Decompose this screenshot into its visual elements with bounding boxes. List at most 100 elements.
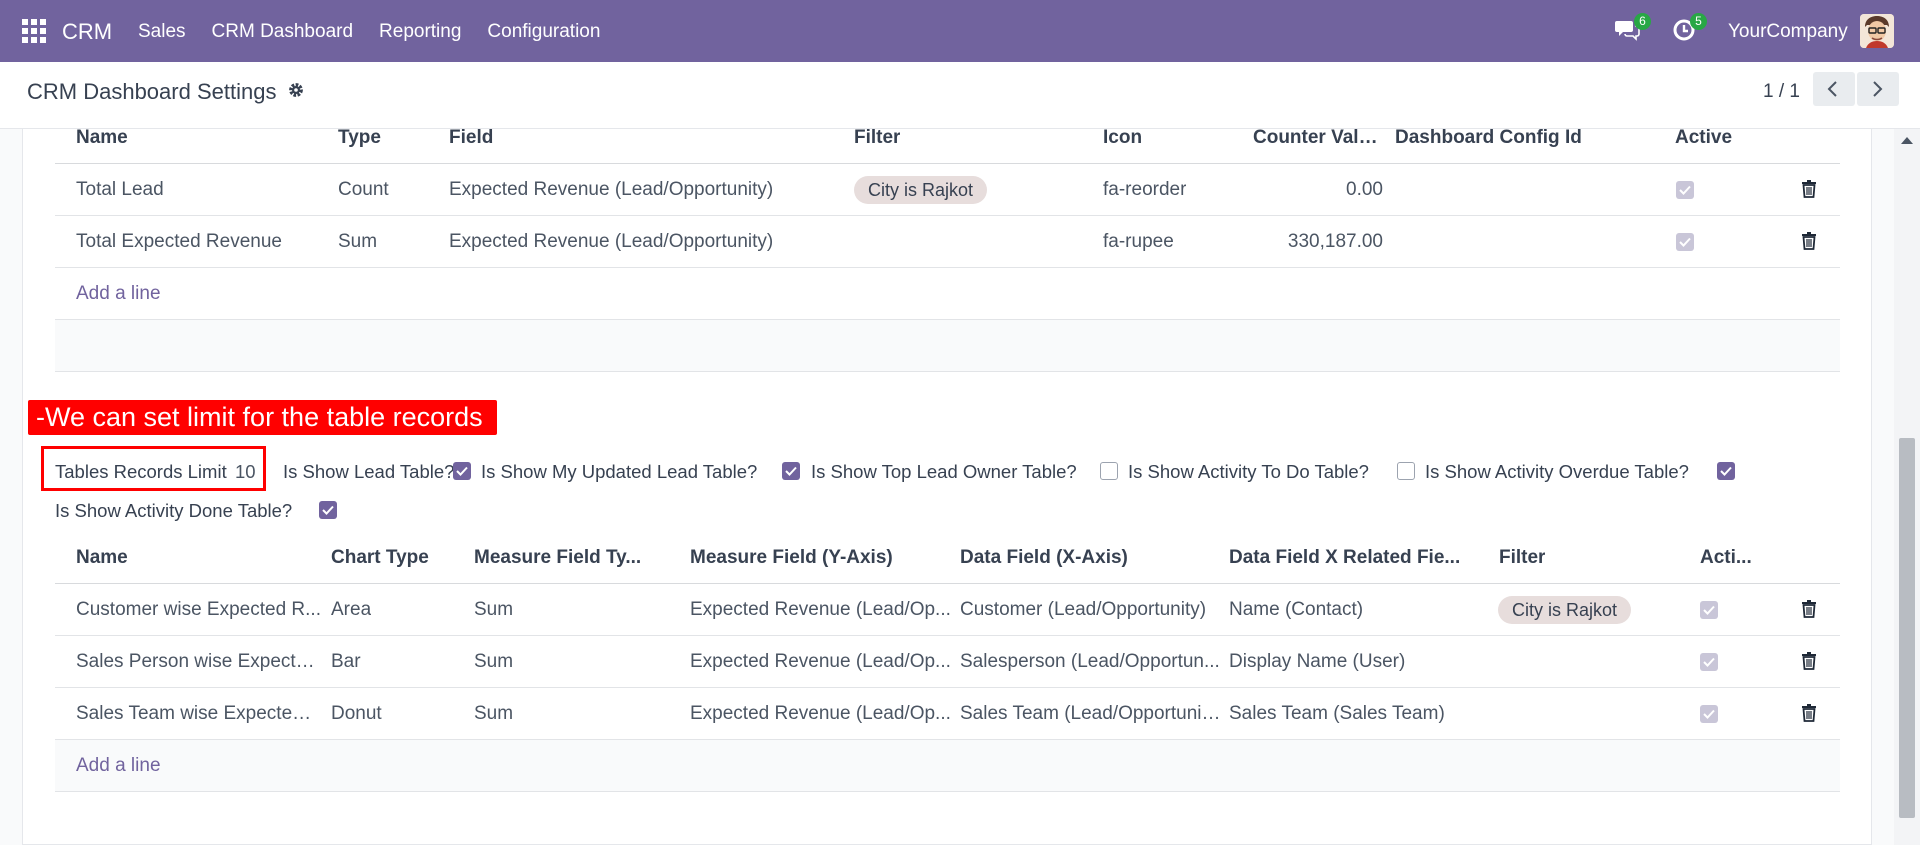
cell-data-field: Salesperson (Lead/Opportun...: [960, 651, 1220, 672]
add-line-row: Add a line: [55, 740, 1840, 792]
cell-data-field: Customer (Lead/Opportunity): [960, 599, 1207, 620]
table-row[interactable]: Sales Team wise Expected ... Donut Sum E…: [55, 688, 1840, 740]
show-lead-table-label: Is Show Lead Table?: [283, 461, 455, 482]
col-active[interactable]: Acti...: [1700, 532, 1770, 584]
cell-name: Sales Team wise Expected ...: [76, 703, 321, 724]
table-row[interactable]: Total Lead Count Expected Revenue (Lead/…: [55, 164, 1840, 216]
tables-records-limit-input[interactable]: 10: [235, 461, 256, 483]
cell-data-field: Sales Team (Lead/Opportunity): [960, 703, 1222, 724]
active-checkbox: [1676, 233, 1694, 251]
show-lead-table-checkbox[interactable]: [453, 462, 471, 480]
cell-counter-value: 0.00: [1346, 179, 1383, 200]
col-filter[interactable]: Filter: [854, 112, 900, 164]
cell-measure-type: Sum: [474, 703, 514, 724]
col-field[interactable]: Field: [449, 112, 493, 164]
chevron-left-icon: [1827, 81, 1837, 97]
cell-chart-type: Bar: [331, 651, 361, 672]
user-avatar[interactable]: [1860, 14, 1894, 48]
cell-chart-type: Donut: [331, 703, 382, 724]
show-top-lead-owner-table-label: Is Show Top Lead Owner Table?: [811, 461, 1077, 482]
cell-counter-value: 330,187.00: [1287, 231, 1383, 252]
col-name[interactable]: Name: [76, 532, 128, 584]
pager-previous-button[interactable]: [1813, 72, 1855, 106]
cell-measure-field: Expected Revenue (Lead/Op...: [690, 651, 951, 672]
menu-configuration[interactable]: Configuration: [487, 21, 600, 43]
pager-value[interactable]: 1 / 1: [1763, 81, 1800, 103]
cell-icon: fa-rupee: [1103, 231, 1174, 252]
col-chart-type[interactable]: Chart Type: [331, 532, 429, 584]
show-activity-overdue-table-checkbox[interactable]: [1717, 462, 1735, 480]
cell-filter: City is Rajkot: [854, 164, 988, 216]
show-activity-todo-table-checkbox[interactable]: [1397, 462, 1415, 480]
show-top-lead-owner-table-checkbox[interactable]: [1100, 462, 1118, 480]
table-row[interactable]: Sales Person wise Expected... Bar Sum Ex…: [55, 636, 1840, 688]
menu-crm-dashboard[interactable]: CRM Dashboard: [212, 21, 354, 43]
table-row[interactable]: Customer wise Expected R... Area Sum Exp…: [55, 584, 1840, 636]
page-title: CRM Dashboard Settings: [27, 79, 277, 104]
cell-name: Total Expected Revenue: [76, 231, 282, 252]
trash-icon[interactable]: [1802, 232, 1816, 250]
col-dashboard-config-id[interactable]: Dashboard Config Id: [1395, 112, 1582, 164]
active-checkbox: [1676, 181, 1694, 199]
add-line-link[interactable]: Add a line: [76, 740, 161, 792]
active-checkbox: [1700, 705, 1718, 723]
col-filter[interactable]: Filter: [1499, 532, 1545, 584]
col-counter-values[interactable]: Counter Values: [1253, 112, 1383, 164]
show-my-updated-lead-table-label: Is Show My Updated Lead Table?: [481, 461, 758, 482]
top-navbar: CRM Sales CRM Dashboard Reporting Config…: [0, 0, 1920, 62]
activities-badge: 5: [1690, 13, 1707, 30]
cell-related-field: Name (Contact): [1229, 599, 1364, 620]
scrollbar-thumb[interactable]: [1899, 438, 1915, 818]
col-data-field-related[interactable]: Data Field X Related Fie...: [1229, 532, 1469, 584]
activities-button[interactable]: 5: [1672, 13, 1707, 47]
active-checkbox: [1700, 601, 1718, 619]
col-icon[interactable]: Icon: [1103, 112, 1142, 164]
cell-related-field: Display Name (User): [1229, 651, 1406, 672]
app-brand[interactable]: CRM: [62, 19, 112, 45]
cell-related-field: Sales Team (Sales Team): [1229, 703, 1445, 724]
cell-name: Total Lead: [76, 179, 164, 200]
menu-reporting[interactable]: Reporting: [379, 21, 461, 43]
show-activity-done-table-label: Is Show Activity Done Table?: [55, 500, 293, 521]
cell-measure-field: Expected Revenue (Lead/Op...: [690, 599, 951, 620]
cell-measure-field: Expected Revenue (Lead/Op...: [690, 703, 951, 724]
chevron-right-icon: [1873, 81, 1883, 97]
messages-badge: 6: [1634, 13, 1651, 30]
show-activity-overdue-table-label: Is Show Activity Overdue Table?: [1425, 461, 1689, 482]
col-measure-field[interactable]: Measure Field (Y-Axis): [690, 532, 893, 584]
filter-tag: City is Rajkot: [854, 175, 988, 204]
trash-icon[interactable]: [1802, 652, 1816, 670]
trash-icon[interactable]: [1802, 180, 1816, 198]
cell-type: Count: [338, 179, 389, 200]
cell-field: Expected Revenue (Lead/Opportunity): [449, 179, 774, 200]
cell-chart-type: Area: [331, 599, 372, 620]
trash-icon[interactable]: [1802, 600, 1816, 618]
vertical-scrollbar[interactable]: [1894, 129, 1920, 845]
show-activity-todo-table-label: Is Show Activity To Do Table?: [1128, 461, 1369, 482]
counter-table-header: Name Type Field Filter Icon Counter Valu…: [55, 112, 1840, 164]
add-line-link[interactable]: Add a line: [76, 268, 161, 320]
col-data-field[interactable]: Data Field (X-Axis): [960, 532, 1128, 584]
menu-sales[interactable]: Sales: [138, 21, 186, 43]
cell-type: Sum: [338, 231, 378, 252]
messages-button[interactable]: 6: [1614, 13, 1651, 47]
trash-icon[interactable]: [1802, 704, 1816, 722]
add-line-row: Add a line: [55, 268, 1840, 320]
gear-icon[interactable]: [287, 81, 305, 104]
cell-measure-type: Sum: [474, 651, 514, 672]
company-switcher[interactable]: YourCompany: [1728, 21, 1848, 43]
cell-filter: City is Rajkot: [1498, 584, 1632, 636]
col-active[interactable]: Active: [1675, 112, 1732, 164]
col-type[interactable]: Type: [338, 112, 381, 164]
show-activity-done-table-checkbox[interactable]: [319, 501, 337, 519]
chart-table-header: Name Chart Type Measure Field Ty... Meas…: [55, 532, 1840, 584]
pager-next-button[interactable]: [1857, 72, 1899, 106]
cell-icon: fa-reorder: [1103, 179, 1187, 200]
table-row[interactable]: Total Expected Revenue Sum Expected Reve…: [55, 216, 1840, 268]
col-name[interactable]: Name: [76, 112, 128, 164]
show-my-updated-lead-table-checkbox[interactable]: [782, 462, 800, 480]
scroll-up-icon[interactable]: [1901, 137, 1913, 144]
tables-records-limit-label: Tables Records Limit: [55, 461, 227, 482]
apps-menu-icon[interactable]: [22, 19, 46, 43]
col-measure-field-type[interactable]: Measure Field Ty...: [474, 532, 674, 584]
